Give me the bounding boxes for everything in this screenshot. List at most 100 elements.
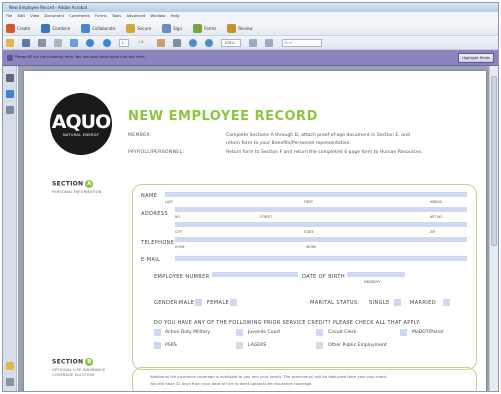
sign-label: Sign: [173, 25, 182, 31]
male-label: MALE: [179, 300, 195, 306]
zoom-in-icon[interactable]: [189, 39, 198, 47]
previous-page-icon[interactable]: [86, 39, 95, 47]
review-label: Review: [238, 25, 253, 31]
psrs-checkbox[interactable]: [154, 342, 161, 349]
section-a-word: SECTION: [52, 180, 84, 188]
scrollbar-thumb[interactable]: [491, 76, 497, 246]
menu-help[interactable]: Help: [171, 13, 180, 18]
bookmarks-icon[interactable]: [6, 90, 14, 98]
employee-number-field[interactable]: [211, 271, 299, 278]
form-message: Please fill out the following form. You …: [15, 55, 146, 59]
logo-word: AQUO: [51, 111, 111, 133]
sign-icon: [162, 23, 172, 33]
aquo-logo: AQUO NATURAL ENERGY: [50, 93, 112, 155]
telephone-caption-home: HOME: [175, 245, 185, 249]
address-line-2-field[interactable]: [174, 221, 468, 228]
select-tool-icon[interactable]: [172, 39, 181, 47]
name-field[interactable]: [164, 191, 468, 198]
address-line-1-field[interactable]: [174, 206, 468, 213]
page-number-field[interactable]: 1: [118, 39, 129, 47]
window-title: New Employee Record - Adobe Acrobat: [9, 5, 88, 10]
create-button[interactable]: Create: [6, 20, 30, 36]
signatures-icon[interactable]: [6, 378, 14, 386]
married-checkbox[interactable]: [443, 299, 450, 306]
forms-icon: [193, 23, 203, 33]
juvenile-court-checkbox[interactable]: [236, 329, 243, 336]
menu-file[interactable]: File: [6, 13, 12, 18]
address-label: ADDRESS: [141, 211, 168, 217]
address-caption-no: NO.: [175, 215, 181, 219]
menu-edit[interactable]: Edit: [18, 13, 25, 18]
menu-tools[interactable]: Tools: [112, 13, 121, 18]
collaborate-label: Collaborate: [92, 25, 116, 31]
circuit-clerk-checkbox[interactable]: [316, 329, 323, 336]
email-icon[interactable]: [54, 39, 63, 47]
menu-forms[interactable]: Forms: [95, 13, 107, 18]
fit-width-icon[interactable]: [265, 39, 274, 47]
modot-patrol-label: MoDOT/Patrol: [412, 330, 444, 335]
page-total: / 4: [138, 40, 144, 44]
member-instructions-2: return form to your Benefits/Personnel r…: [226, 141, 351, 146]
menu-document[interactable]: Document: [44, 13, 64, 18]
single-checkbox[interactable]: [394, 299, 401, 306]
fit-page-icon[interactable]: [249, 39, 258, 47]
highlight-fields-button[interactable]: Highlight Fields: [458, 53, 494, 63]
email-label: E-MAIL: [141, 257, 161, 263]
female-label: FEMALE: [207, 300, 230, 306]
secure-label: Secure: [137, 25, 152, 31]
menu-view[interactable]: View: [30, 13, 39, 18]
save-icon[interactable]: [22, 39, 31, 47]
member-label: MEMBER:: [128, 133, 152, 138]
task-toolbar: Create Combine Collaborate Secure Sign F…: [3, 20, 498, 36]
address-caption-zip: ZIP: [430, 230, 436, 234]
combine-button[interactable]: Combine: [41, 20, 70, 36]
section-a-badge: A: [85, 180, 94, 188]
form-message-bar: Please fill out the following form. You …: [3, 50, 498, 66]
married-label: MARRIED: [410, 300, 436, 306]
payroll-instructions: Return form to Section F and return the …: [226, 150, 423, 155]
female-checkbox[interactable]: [230, 299, 237, 306]
active-duty-military-checkbox[interactable]: [154, 329, 161, 336]
menu-comments[interactable]: Comments: [69, 13, 90, 18]
psrs-label: PSRS: [165, 343, 177, 348]
dob-caption: MM/DD/YY: [364, 280, 381, 284]
single-label: SINGLE: [369, 300, 390, 306]
payroll-label: PAYROLL/PERSONNEL:: [128, 150, 185, 155]
menu-advanced[interactable]: Advanced: [126, 13, 145, 18]
secure-button[interactable]: Secure: [126, 20, 151, 36]
section-a-title: SECTION A: [52, 180, 94, 188]
section-b-text-1: Additional life insurance coverage is av…: [150, 374, 388, 379]
modot-patrol-checkbox[interactable]: [400, 329, 407, 336]
member-instructions-1: Complete Sections A through D, attach pr…: [226, 133, 410, 138]
comments-icon[interactable]: [6, 362, 14, 370]
pages-icon[interactable]: [6, 74, 14, 82]
other-public-employment-checkbox[interactable]: [316, 342, 323, 349]
print-icon[interactable]: [38, 39, 47, 47]
navigation-panel: [3, 66, 17, 391]
male-checkbox[interactable]: [195, 299, 202, 306]
service-credit-question: DO YOU HAVE ANY OF THE FOLLOWING PRIOR S…: [154, 320, 421, 326]
name-caption-middle: MIDDLE: [430, 200, 443, 204]
sign-button[interactable]: Sign: [162, 20, 182, 36]
next-page-icon[interactable]: [102, 39, 111, 47]
email-field[interactable]: [174, 255, 468, 262]
lock-icon: [126, 23, 136, 33]
collaborate-button[interactable]: Collaborate: [81, 20, 115, 36]
telephone-field[interactable]: [174, 236, 468, 243]
attachments-icon[interactable]: [6, 106, 14, 114]
review-button[interactable]: Review: [227, 20, 253, 36]
lagers-checkbox[interactable]: [236, 342, 243, 349]
hand-tool-icon[interactable]: [156, 39, 165, 47]
forms-button[interactable]: Forms: [193, 20, 216, 36]
forms-label: Forms: [204, 25, 217, 31]
zoom-out-icon[interactable]: [205, 39, 214, 47]
vertical-scrollbar[interactable]: [489, 66, 498, 391]
find-icon[interactable]: [70, 39, 79, 47]
name-caption-first: FIRST: [304, 200, 313, 204]
search-input[interactable]: Find: [281, 39, 322, 47]
dob-field[interactable]: [346, 271, 406, 278]
open-icon[interactable]: [6, 39, 14, 47]
menu-window[interactable]: Window: [150, 13, 165, 18]
zoom-field[interactable]: 100%: [221, 39, 242, 47]
navigation-toolbar: 1 / 4 100% Find: [3, 36, 498, 50]
